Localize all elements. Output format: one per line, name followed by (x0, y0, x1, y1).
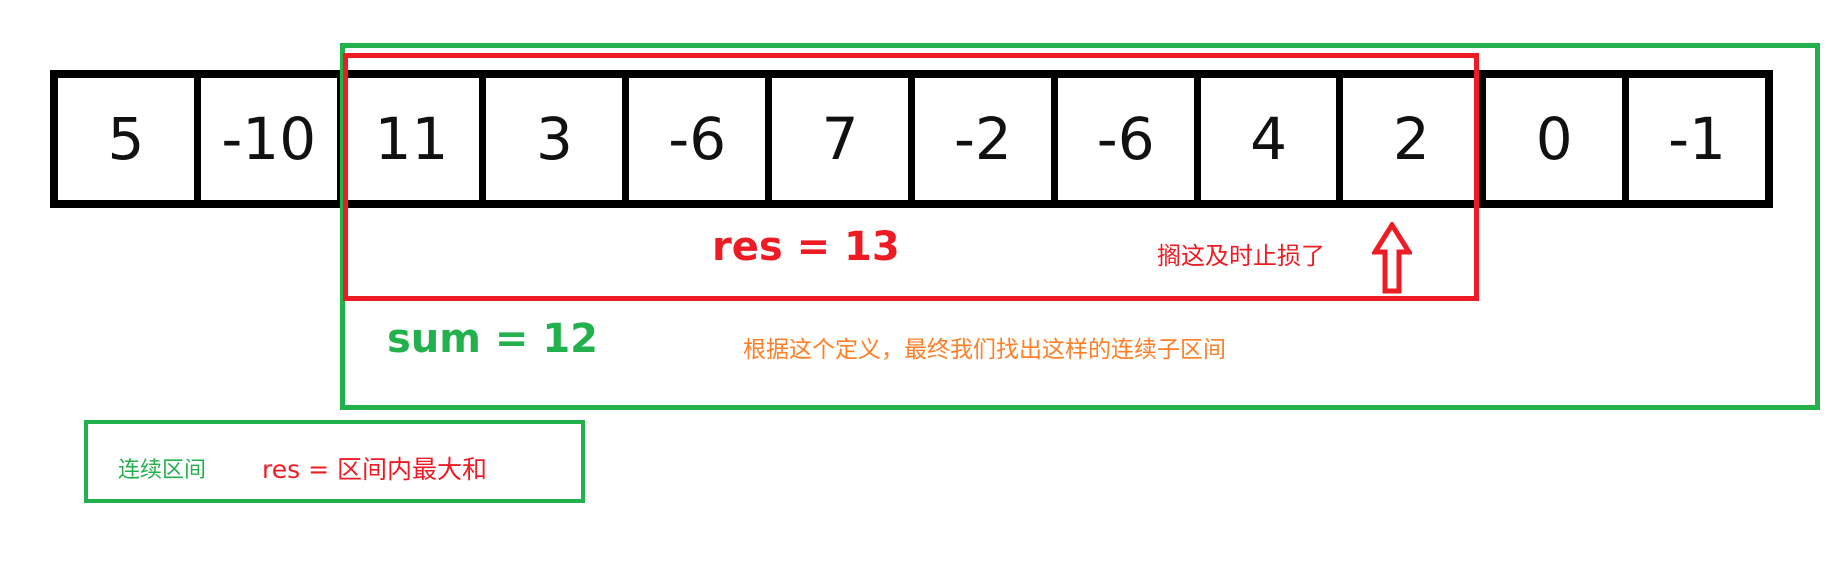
legend-green-text: 连续区间 (118, 458, 207, 483)
stop-loss-note: 搁这及时止损了 (1157, 242, 1325, 270)
definition-note: 根据这个定义，最终我们找出这样的连续子区间 (743, 337, 1226, 363)
sum-label: sum = 12 (387, 316, 598, 362)
array-cell-0: 5 (58, 78, 201, 200)
res-label: res = 13 (712, 224, 900, 270)
array-cell-1: -10 (201, 78, 344, 200)
up-arrow-icon (1372, 222, 1412, 294)
legend-red-text: res = 区间内最大和 (262, 455, 487, 484)
